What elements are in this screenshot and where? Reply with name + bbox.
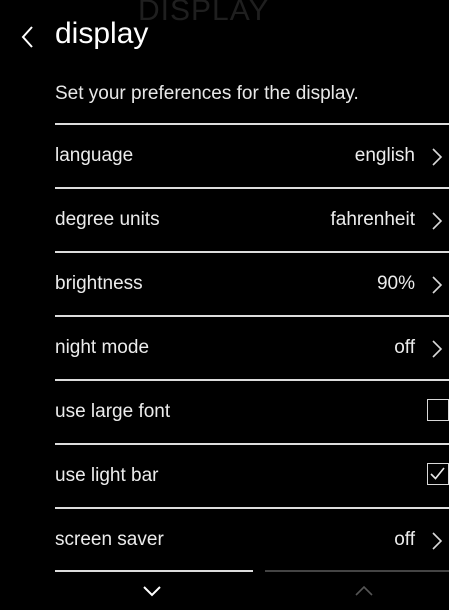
settings-list: language english degree units fahrenheit…: [55, 123, 449, 571]
setting-row-language[interactable]: language english: [55, 123, 449, 187]
scroll-indicator-inactive: [265, 570, 449, 572]
scroll-up-button[interactable]: [350, 580, 378, 602]
setting-value: 90%: [376, 273, 415, 294]
setting-value: off: [394, 529, 415, 550]
chevron-up-icon: [355, 585, 373, 596]
scroll-indicator-active: [55, 570, 253, 572]
setting-row-screen-saver[interactable]: screen saver off: [55, 507, 449, 571]
setting-row-use-large-font[interactable]: use large font: [55, 379, 449, 443]
setting-label: brightness: [55, 273, 143, 294]
chevron-right-icon: [432, 212, 443, 230]
setting-label: use large font: [55, 401, 171, 422]
page-subtitle: Set your preferences for the display.: [55, 83, 359, 104]
chevron-right-icon: [432, 340, 443, 358]
setting-label: use light bar: [55, 465, 159, 486]
setting-row-use-light-bar[interactable]: use light bar: [55, 443, 449, 507]
chevron-down-icon: [143, 586, 161, 597]
scroll-down-button[interactable]: [138, 580, 166, 602]
chevron-left-icon: [21, 26, 33, 48]
chevron-right-icon: [432, 532, 443, 550]
page-title: display: [55, 17, 149, 50]
setting-label: screen saver: [55, 529, 164, 550]
header: display: [0, 16, 449, 60]
setting-row-night-mode[interactable]: night mode off: [55, 315, 449, 379]
setting-label: night mode: [55, 337, 150, 358]
large-font-checkbox[interactable]: [427, 399, 449, 421]
setting-row-brightness[interactable]: brightness 90%: [55, 251, 449, 315]
light-bar-checkbox[interactable]: [427, 463, 449, 485]
setting-value: english: [354, 145, 415, 166]
setting-value: fahrenheit: [330, 209, 415, 230]
setting-value: off: [394, 337, 415, 358]
checkmark-icon: [430, 467, 445, 480]
setting-label: language: [55, 145, 134, 166]
chevron-right-icon: [432, 276, 443, 294]
setting-label: degree units: [55, 209, 160, 230]
setting-row-degree-units[interactable]: degree units fahrenheit: [55, 187, 449, 251]
chevron-right-icon: [432, 148, 443, 166]
back-button[interactable]: [20, 24, 46, 54]
